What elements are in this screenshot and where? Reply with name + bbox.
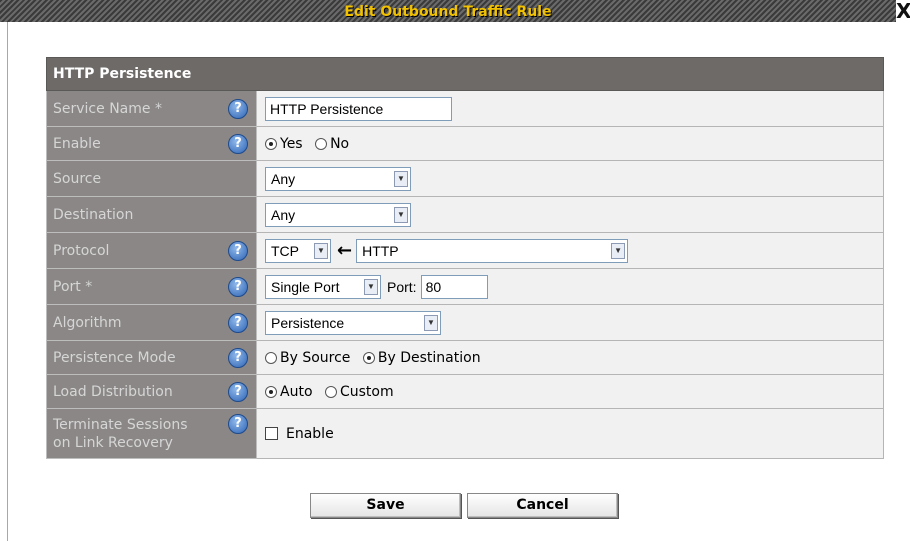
row-algorithm: Algorithm ? Persistence ▼ xyxy=(46,304,885,341)
help-icon[interactable]: ? xyxy=(228,413,248,434)
link-recovery-label: on Link Recovery xyxy=(53,434,173,451)
cancel-button[interactable]: Cancel xyxy=(467,493,618,518)
port-label: Port * xyxy=(53,278,93,295)
row-source: Source Any ▼ xyxy=(46,160,885,197)
row-terminate-sessions: Terminate Sessions on Link Recovery ? Ena… xyxy=(46,408,885,459)
help-icon[interactable]: ? xyxy=(228,276,248,297)
service-protocol-select[interactable]: HTTP ▼ xyxy=(356,238,629,263)
protocol-label: Protocol xyxy=(53,242,110,259)
section-header: HTTP Persistence xyxy=(45,57,885,91)
enable-label: Enable xyxy=(53,135,101,152)
algorithm-select[interactable]: Persistence ▼ xyxy=(265,310,441,335)
source-value: Any xyxy=(271,170,296,187)
custom-radio[interactable] xyxy=(324,385,337,398)
dialog-border xyxy=(7,22,8,541)
by-source-label: By Source xyxy=(280,349,351,366)
port-mode-value: Single Port xyxy=(271,278,340,295)
row-protocol: Protocol ? TCP ▼ ← HTTP ▼ xyxy=(46,232,885,269)
source-label: Source xyxy=(53,170,102,187)
dialog-title: Edit Outbound Traffic Rule xyxy=(344,4,552,20)
close-icon[interactable]: X xyxy=(896,0,910,22)
dialog-title-bar: Edit Outbound Traffic Rule xyxy=(0,0,896,22)
service-protocol-value: HTTP xyxy=(362,242,399,259)
protocol-select[interactable]: TCP ▼ xyxy=(265,238,331,263)
auto-radio[interactable] xyxy=(265,385,277,398)
chevron-down-icon: ▼ xyxy=(424,314,438,331)
row-port: Port * ? Single Port ▼ Port: xyxy=(46,268,885,305)
row-destination: Destination Any ▼ xyxy=(46,196,885,233)
algorithm-value: Persistence xyxy=(271,314,345,331)
load-distribution-label: Load Distribution xyxy=(53,383,173,400)
by-destination-radio[interactable] xyxy=(362,351,375,364)
help-icon[interactable]: ? xyxy=(228,312,248,333)
chevron-down-icon: ▼ xyxy=(394,170,408,187)
service-name-input[interactable] xyxy=(265,96,452,121)
enable-no-radio[interactable] xyxy=(315,137,328,150)
rule-form-table: HTTP Persistence Service Name * ? Enable… xyxy=(45,57,885,459)
protocol-value: TCP xyxy=(271,242,299,259)
terminate-sessions-enable-label: Enable xyxy=(286,425,334,442)
help-icon[interactable]: ? xyxy=(228,347,248,368)
enable-no-label: No xyxy=(330,135,350,152)
source-select[interactable]: Any ▼ xyxy=(265,166,411,191)
help-icon[interactable]: ? xyxy=(228,98,248,119)
terminate-sessions-label: Terminate Sessions xyxy=(53,416,188,433)
enable-yes-radio[interactable] xyxy=(265,137,277,150)
destination-label: Destination xyxy=(53,206,134,223)
algorithm-label: Algorithm xyxy=(53,314,122,331)
row-service-name: Service Name * ? xyxy=(46,90,885,127)
port-number-input[interactable] xyxy=(420,274,488,299)
port-number-label: Port: xyxy=(387,278,417,295)
auto-label: Auto xyxy=(280,383,313,400)
port-mode-select[interactable]: Single Port ▼ xyxy=(265,274,381,299)
chevron-down-icon: ▼ xyxy=(611,242,626,259)
persistence-mode-label: Persistence Mode xyxy=(53,349,176,366)
by-source-radio[interactable] xyxy=(265,351,277,364)
row-persistence-mode: Persistence Mode ? By Source By Destinat… xyxy=(46,340,885,375)
section-title: HTTP Persistence xyxy=(45,57,885,91)
chevron-down-icon: ▼ xyxy=(314,242,328,259)
arrow-left-icon: ← xyxy=(337,240,353,261)
row-load-distribution: Load Distribution ? Auto Custom xyxy=(46,374,885,409)
help-icon[interactable]: ? xyxy=(228,381,248,402)
by-destination-label: By Destination xyxy=(377,349,481,366)
row-enable: Enable ? Yes No xyxy=(46,126,885,161)
terminate-sessions-checkbox[interactable] xyxy=(265,427,278,440)
help-icon[interactable]: ? xyxy=(228,133,248,154)
save-button[interactable]: Save xyxy=(310,493,461,518)
service-name-label: Service Name * xyxy=(53,100,162,117)
custom-label: Custom xyxy=(339,383,394,400)
enable-yes-label: Yes xyxy=(280,135,303,152)
chevron-down-icon: ▼ xyxy=(394,206,408,223)
help-icon[interactable]: ? xyxy=(228,240,248,261)
destination-value: Any xyxy=(271,206,296,223)
chevron-down-icon: ▼ xyxy=(364,278,378,295)
destination-select[interactable]: Any ▼ xyxy=(265,202,411,227)
